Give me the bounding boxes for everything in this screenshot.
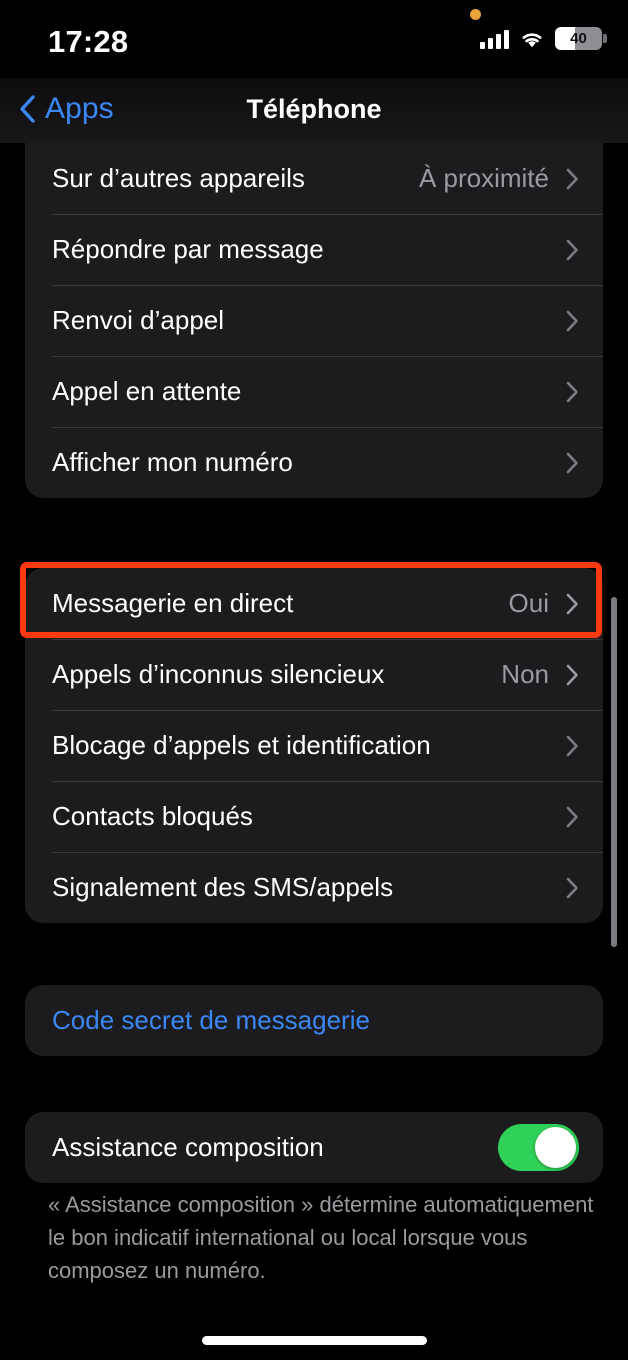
battery-icon: 40: [555, 27, 607, 50]
settings-group-dial-assist: Assistance composition: [25, 1112, 603, 1183]
chevron-right-icon: [566, 593, 579, 615]
row-label: Contacts bloqués: [52, 801, 253, 831]
settings-row-sur-dautres-appareils[interactable]: Sur d’autres appareils À proximité: [25, 143, 603, 214]
chevron-right-icon: [566, 239, 579, 261]
settings-row-afficher-mon-numero[interactable]: Afficher mon numéro: [25, 427, 603, 498]
row-value: Non: [501, 659, 549, 689]
row-label: Appels d’inconnus silencieux: [52, 659, 385, 689]
chevron-right-icon: [566, 735, 579, 757]
settings-row-messagerie-en-direct[interactable]: Messagerie en direct Oui: [25, 568, 603, 639]
chevron-right-icon: [566, 168, 579, 190]
settings-row-repondre-par-message[interactable]: Répondre par message: [25, 214, 603, 285]
battery-cap: [603, 34, 607, 43]
row-label: Afficher mon numéro: [52, 447, 293, 477]
chevron-right-icon: [566, 381, 579, 403]
settings-row-contacts-bloques[interactable]: Contacts bloqués: [25, 781, 603, 852]
row-label: Signalement des SMS/appels: [52, 872, 394, 902]
row-label: Appel en attente: [52, 376, 242, 406]
row-label: Sur d’autres appareils: [52, 163, 305, 193]
assistance-composition-toggle[interactable]: [498, 1124, 579, 1171]
settings-row-assistance-composition[interactable]: Assistance composition: [25, 1112, 603, 1183]
row-label: Blocage d’appels et identification: [52, 730, 431, 760]
settings-row-renvoi-dappel[interactable]: Renvoi d’appel: [25, 285, 603, 356]
settings-scroll-area[interactable]: Sur d’autres appareils À proximité Répon…: [0, 143, 628, 1303]
vertical-scrollbar[interactable]: [611, 597, 617, 947]
row-value: Oui: [508, 588, 549, 618]
wifi-icon: [519, 29, 545, 49]
settings-row-code-secret-de-messagerie[interactable]: Code secret de messagerie: [25, 985, 603, 1056]
settings-row-blocage-dappels-et-identification[interactable]: Blocage d’appels et identification: [25, 710, 603, 781]
chevron-right-icon: [566, 806, 579, 828]
toggle-knob: [535, 1127, 576, 1168]
settings-row-signalement-des-sms-appels[interactable]: Signalement des SMS/appels: [25, 852, 603, 923]
settings-group-call-settings: Sur d’autres appareils À proximité Répon…: [25, 143, 603, 498]
chevron-right-icon: [566, 877, 579, 899]
row-label: Assistance composition: [52, 1132, 324, 1162]
orange-recording-dot-icon: [470, 9, 481, 20]
iphone-settings-screen: 17:28 40 Apps Téléphone Sur d’autres app…: [0, 0, 628, 1360]
status-bar-clock: 17:28: [48, 24, 129, 59]
chevron-right-icon: [566, 664, 579, 686]
row-label: Messagerie en direct: [52, 588, 294, 618]
chevron-right-icon: [566, 452, 579, 474]
dial-assist-footer-note: « Assistance composition » détermine aut…: [48, 1192, 594, 1283]
battery-percentage-label: 40: [570, 30, 587, 47]
settings-row-appels-dinconnus-silencieux[interactable]: Appels d’inconnus silencieux Non: [25, 639, 603, 710]
settings-group-voicemail-password: Code secret de messagerie: [25, 985, 603, 1056]
settings-row-appel-en-attente[interactable]: Appel en attente: [25, 356, 603, 427]
row-label: Répondre par message: [52, 234, 324, 264]
row-value: À proximité: [418, 163, 549, 193]
row-label: Renvoi d’appel: [52, 305, 225, 335]
status-bar: 17:28 40: [0, 0, 628, 78]
page-title: Téléphone: [246, 94, 382, 124]
home-indicator[interactable]: [202, 1336, 427, 1345]
settings-group-voicemail-blocking: Messagerie en direct Oui Appels d’inconn…: [25, 568, 603, 923]
cellular-bars-icon: [480, 29, 509, 49]
navigation-bar: Apps Téléphone: [0, 78, 628, 143]
chevron-right-icon: [566, 310, 579, 332]
row-label: Code secret de messagerie: [52, 1005, 370, 1035]
status-bar-indicators: 40: [480, 27, 607, 50]
